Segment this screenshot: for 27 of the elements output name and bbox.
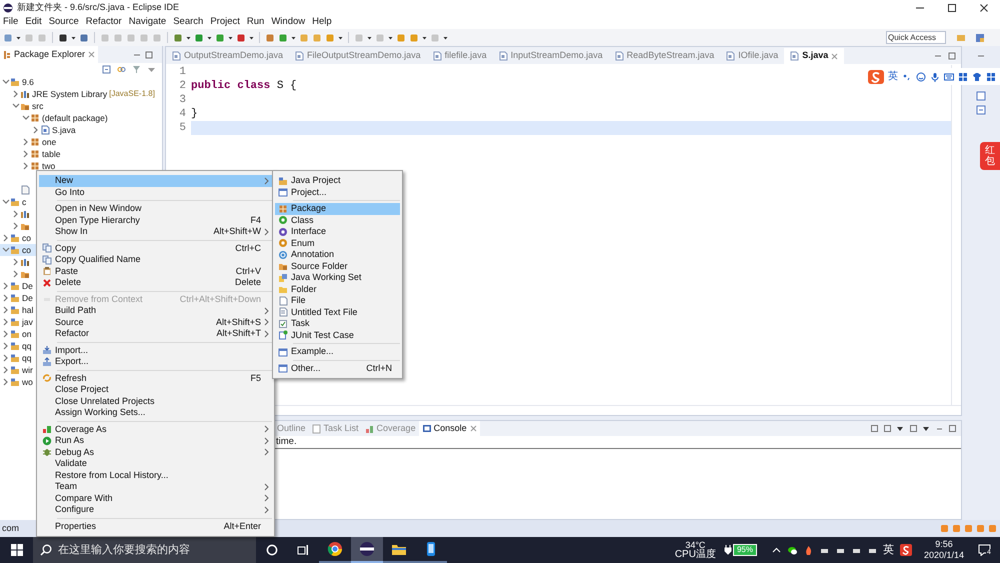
status-text: com: [2, 522, 20, 535]
shortcut-label: Alt+Enter: [224, 520, 261, 532]
temperature-label: CPU温度: [674, 550, 716, 560]
shortcut-label: Alt+Shift+S: [216, 316, 261, 328]
shortcut-label: Alt+Shift+T: [216, 327, 261, 340]
shortcut-label: Ctrl+C: [235, 242, 261, 254]
battery-level: 95%: [732, 544, 757, 556]
line-number: 3: [178, 92, 186, 108]
line-number: 4: [178, 106, 186, 122]
clock-time: 9:56: [935, 539, 953, 550]
shortcut-label: F4: [250, 214, 261, 226]
temperature-text: 34°C: [685, 540, 706, 550]
shortcut-label: Ctrl+Alt+Shift+Down: [180, 292, 261, 306]
line-number: 1: [178, 64, 186, 80]
console-text: time.: [276, 434, 297, 449]
shortcut-label: Alt+Shift+W: [213, 225, 261, 238]
code-line: }: [191, 107, 199, 121]
library-version: [JavaSE-1.8]: [109, 88, 155, 100]
shortcut-label: Delete: [234, 276, 261, 289]
code-line: public class S {: [191, 79, 298, 93]
clock-date: 2020/1/14: [924, 550, 964, 561]
line-number: 2: [178, 78, 186, 94]
shortcut-label: Ctrl+V: [236, 264, 261, 278]
line-number: 5: [178, 120, 186, 136]
shortcut-label: Ctrl+N: [366, 362, 392, 374]
window-title: 新建文件夹 - 9.6/src/S.java - Eclipse IDE: [17, 0, 180, 14]
shortcut-label: F5: [250, 372, 261, 384]
